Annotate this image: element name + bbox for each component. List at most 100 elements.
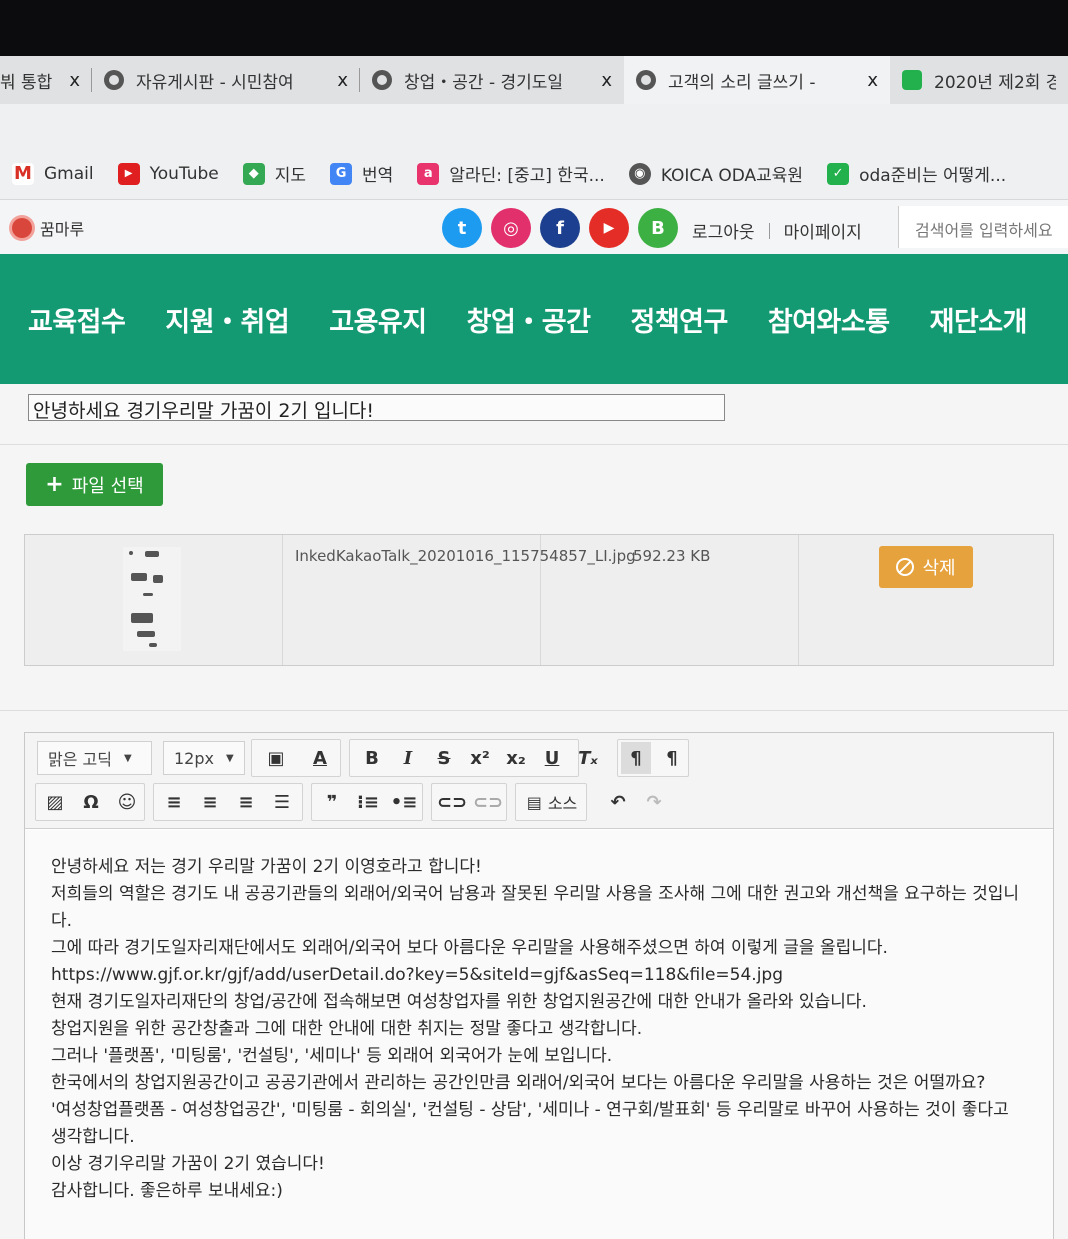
close-tab-icon[interactable]: x — [337, 70, 348, 91]
bookmark-label: oda준비는 어떻게... — [859, 166, 1007, 186]
nav-policy-research[interactable]: 정책연구 — [631, 300, 729, 339]
bookmark-label: 알라딘: [중고] 한국... — [449, 166, 605, 186]
social-links: t ◎ f ▶ B — [442, 208, 687, 248]
globe-icon — [372, 70, 392, 90]
site-logo[interactable]: 꿈마루 — [12, 216, 84, 240]
content-paragraph: 그러나 '플랫폼', '미팅룸', '컨설팅', '세미나' 등 외래어 외국어… — [51, 1046, 613, 1066]
tab-2[interactable]: 자유게시판 - 시민참여 x — [92, 56, 360, 104]
instagram-icon[interactable]: ◎ — [491, 208, 531, 248]
bookmark-translate[interactable]: G 번역 — [330, 161, 393, 186]
image-icon[interactable]: ▨ — [39, 786, 71, 818]
gmail-icon: M — [12, 162, 34, 185]
strikethrough-icon[interactable]: S — [427, 742, 461, 774]
numbered-list-icon[interactable]: ⁝≡ — [351, 786, 385, 818]
undo-icon[interactable]: ↶ — [601, 786, 635, 818]
rich-text-editor: 맑은 고딕 ▼ 12px ▼ ▣ A B I S x² x₂ U Tₓ ¶ ¶ … — [24, 732, 1054, 1239]
bookmark-youtube[interactable]: ▶ YouTube — [117, 162, 219, 185]
font-family-select[interactable]: 맑은 고딕 ▼ — [37, 741, 152, 775]
source-label: 소스 — [547, 794, 578, 813]
tab-strip: 붜 통합 x 자유게시판 - 시민참여 x 창업・공간 - 경기도일 x 고객의… — [0, 56, 1068, 104]
font-size-select[interactable]: 12px ▼ — [163, 741, 245, 775]
tab-1[interactable]: 붜 통합 x — [0, 56, 92, 104]
emoji-icon[interactable]: ☺ — [111, 786, 143, 818]
file-select-button[interactable]: + 파일 선택 — [26, 463, 163, 506]
file-name: InkedKakaoTalk_20201016_115754857_LI.jpg — [295, 547, 636, 565]
nav-support-employment[interactable]: 지원・취업 — [165, 300, 289, 339]
facebook-icon[interactable]: f — [540, 208, 580, 248]
nav-education[interactable]: 교육접수 — [28, 300, 126, 339]
subject-input[interactable]: 안녕하세요 경기우리말 가꿈이 2기 입니다! — [28, 394, 725, 422]
nav-participation[interactable]: 참여와소통 — [768, 300, 890, 339]
remove-format-icon[interactable]: Tₓ — [571, 742, 605, 774]
nav-about[interactable]: 재단소개 — [930, 300, 1028, 339]
globe-icon — [104, 70, 124, 90]
bookmarks-bar: M Gmail ▶ YouTube ◆ 지도 G 번역 a 알라딘: [중고] … — [0, 148, 1068, 200]
content-paragraph: 현재 경기도일자리재단의 창업/공간에 접속해보면 여성창업자를 위한 창업지원… — [51, 992, 867, 1012]
editor-toolbar: 맑은 고딕 ▼ 12px ▼ ▣ A B I S x² x₂ U Tₓ ¶ ¶ … — [25, 733, 1053, 829]
nav-startup-space[interactable]: 창업・공간 — [467, 300, 591, 339]
bold-icon[interactable]: B — [355, 742, 389, 774]
bookmark-oda[interactable]: ✓ oda준비는 어떻게... — [827, 161, 1006, 186]
close-tab-icon[interactable]: x — [601, 70, 612, 91]
bookmark-maps[interactable]: ◆ 지도 — [242, 161, 307, 186]
editor-content[interactable]: 안녕하세요 저는 경기 우리말 가꿈이 2기 이영호라고 합니다! 저희들의 역… — [25, 830, 1053, 1239]
content-paragraph: 그에 따라 경기도일자리재단에서도 외래어/외국어 보다 아름다운 우리말을 사… — [51, 938, 888, 958]
youtube-social-icon[interactable]: ▶ — [589, 208, 629, 248]
divider — [0, 710, 1068, 711]
tab-title: 2020년 제2회 경 — [934, 72, 1056, 93]
blog-icon[interactable]: B — [638, 208, 678, 248]
delete-label: 삭제 — [922, 558, 956, 579]
tab-5[interactable]: 2020년 제2회 경 — [890, 56, 1068, 104]
twitter-icon[interactable]: t — [442, 208, 482, 248]
blockquote-icon[interactable]: ❞ — [315, 786, 349, 818]
content-paragraph: 이상 경기우리말 가꿈이 2기 였습니다! — [51, 1154, 325, 1174]
chevron-down-icon: ▼ — [225, 752, 234, 764]
background-color-icon[interactable]: ▣ — [257, 742, 295, 774]
file-select-label: 파일 선택 — [71, 475, 144, 497]
rtl-direction-icon[interactable]: ¶ — [657, 742, 687, 774]
align-center-icon[interactable]: ≡ — [193, 786, 227, 818]
align-justify-icon[interactable]: ☰ — [265, 786, 299, 818]
maps-icon: ◆ — [242, 162, 265, 185]
nav-employment-retention[interactable]: 고용유지 — [329, 300, 427, 339]
source-button[interactable]: ▤ 소스 — [519, 786, 585, 818]
youtube-icon: ▶ — [117, 162, 140, 185]
bookmark-label: 지도 — [274, 166, 307, 186]
redo-icon[interactable]: ↷ — [637, 786, 671, 818]
ltr-direction-icon[interactable]: ¶ — [621, 742, 651, 774]
link-icon[interactable]: ⊂⊃ — [435, 786, 469, 818]
superscript-icon[interactable]: x² — [463, 742, 497, 774]
ban-icon — [896, 558, 915, 576]
tab-4-active[interactable]: 고객의 소리 글쓰기 - x — [624, 56, 890, 104]
bookmark-label: KOICA ODA교육원 — [660, 166, 804, 186]
blog-favicon-icon — [902, 70, 922, 90]
bookmark-gmail[interactable]: M Gmail — [12, 162, 94, 185]
align-right-icon[interactable]: ≡ — [229, 786, 263, 818]
site-search-input[interactable]: 검색어를 입력하세요 — [898, 206, 1068, 248]
bookmark-koica[interactable]: ◉ KOICA ODA교육원 — [628, 161, 804, 186]
bookmark-aladin[interactable]: a 알라딘: [중고] 한국... — [417, 161, 605, 186]
user-links: 로그아웃 마이페이지 — [692, 218, 862, 243]
delete-file-button[interactable]: 삭제 — [879, 546, 973, 588]
subscript-icon[interactable]: x₂ — [499, 742, 533, 774]
underline-icon[interactable]: U — [535, 742, 569, 774]
align-left-icon[interactable]: ≡ — [157, 786, 191, 818]
italic-icon[interactable]: I — [391, 742, 425, 774]
bookmark-green-icon: ✓ — [827, 162, 850, 185]
special-char-icon[interactable]: Ω — [75, 786, 107, 818]
logo-text: 꿈마루 — [40, 220, 85, 239]
text-color-icon[interactable]: A — [301, 742, 339, 774]
tab-title: 고객의 소리 글쓰기 - — [668, 72, 816, 93]
close-tab-icon[interactable]: x — [867, 70, 878, 91]
main-navigation: 교육접수 지원・취업 고용유지 창업・공간 정책연구 참여와소통 재단소개 — [0, 254, 1068, 384]
logout-link[interactable]: 로그아웃 — [692, 218, 755, 243]
close-tab-icon[interactable]: x — [69, 70, 80, 91]
mypage-link[interactable]: 마이페이지 — [784, 218, 862, 243]
tab-3[interactable]: 창업・공간 - 경기도일 x — [360, 56, 624, 104]
bullet-list-icon[interactable]: •≡ — [387, 786, 421, 818]
unlink-icon[interactable]: ⊂⊃ — [471, 786, 505, 818]
chevron-down-icon: ▼ — [123, 752, 132, 764]
file-thumbnail — [123, 547, 181, 651]
bookmark-label: 번역 — [362, 166, 394, 186]
content-paragraph: 한국에서의 창업지원공간이고 공공기관에서 관리하는 공간인만큼 외래어/외국어… — [51, 1073, 986, 1093]
